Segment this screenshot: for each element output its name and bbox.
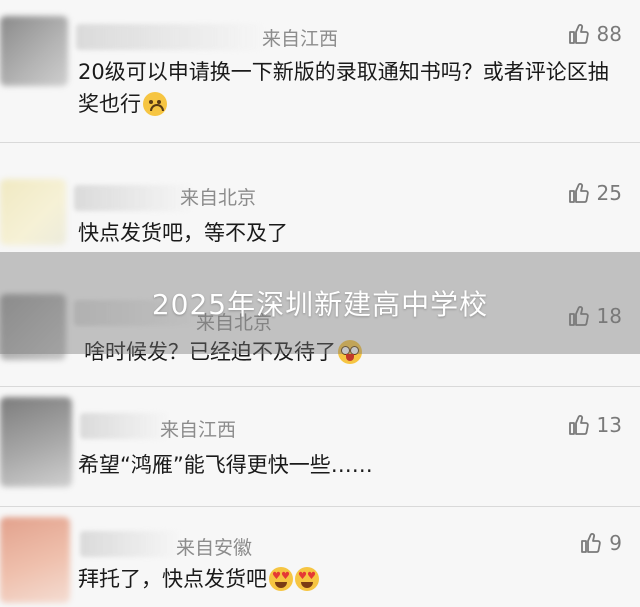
- comment-text: 希望“鸿雁”能飞得更快一些……: [78, 453, 373, 477]
- like-button[interactable]: 9: [579, 531, 622, 555]
- username-blurred[interactable]: [80, 413, 170, 439]
- comment-item: 来自安徽 9 拜托了，快点发货吧 ♥ ♥ ♥ ♥: [0, 507, 640, 607]
- caption-text: 2025年深圳新建高中学校: [151, 288, 489, 321]
- comment-text: 快点发货吧，等不及了: [78, 221, 288, 245]
- like-count: 88: [596, 22, 622, 46]
- thumbs-up-icon: [568, 24, 589, 44]
- like-count: 13: [596, 413, 622, 437]
- location-label: 来自江西: [160, 419, 237, 441]
- thumbs-up-icon: [568, 183, 589, 203]
- thumbs-up-icon: [581, 533, 602, 553]
- avatar[interactable]: [0, 16, 68, 86]
- location-label: 来自安徽: [176, 537, 253, 559]
- username-blurred[interactable]: [74, 185, 194, 211]
- caption-banner: 2025年深圳新建高中学校: [0, 252, 640, 354]
- location-label: 来自北京: [180, 187, 257, 209]
- like-count: 25: [596, 181, 622, 205]
- comment-text: 20级可以申请换一下新版的录取通知书吗？或者评论区抽奖也行: [78, 60, 609, 116]
- like-count: 9: [609, 531, 622, 555]
- heart-eyes-emoji: ♥ ♥: [269, 567, 293, 591]
- thumbs-up-icon: [568, 415, 589, 435]
- location-label: 来自江西: [262, 28, 339, 50]
- username-blurred[interactable]: [76, 24, 266, 50]
- username-blurred[interactable]: [80, 531, 180, 557]
- avatar[interactable]: [0, 397, 72, 487]
- comment-item: 来自北京 25 快点发货吧，等不及了: [0, 143, 640, 251]
- comment-item: 来自江西 13 希望“鸿雁”能飞得更快一些……: [0, 387, 640, 503]
- sad-face-emoji: [143, 92, 167, 116]
- avatar[interactable]: [0, 517, 70, 603]
- comment-text: 拜托了，快点发货吧 ♥ ♥ ♥ ♥: [78, 563, 618, 595]
- avatar[interactable]: [0, 179, 66, 245]
- like-button[interactable]: 88: [567, 22, 622, 46]
- comment-item: 来自江西 88 20级可以申请换一下新版的录取通知书吗？或者评论区抽奖也行: [0, 0, 640, 140]
- like-button[interactable]: 13: [567, 413, 622, 437]
- heart-eyes-emoji: ♥ ♥: [295, 567, 319, 591]
- like-button[interactable]: 25: [567, 181, 622, 205]
